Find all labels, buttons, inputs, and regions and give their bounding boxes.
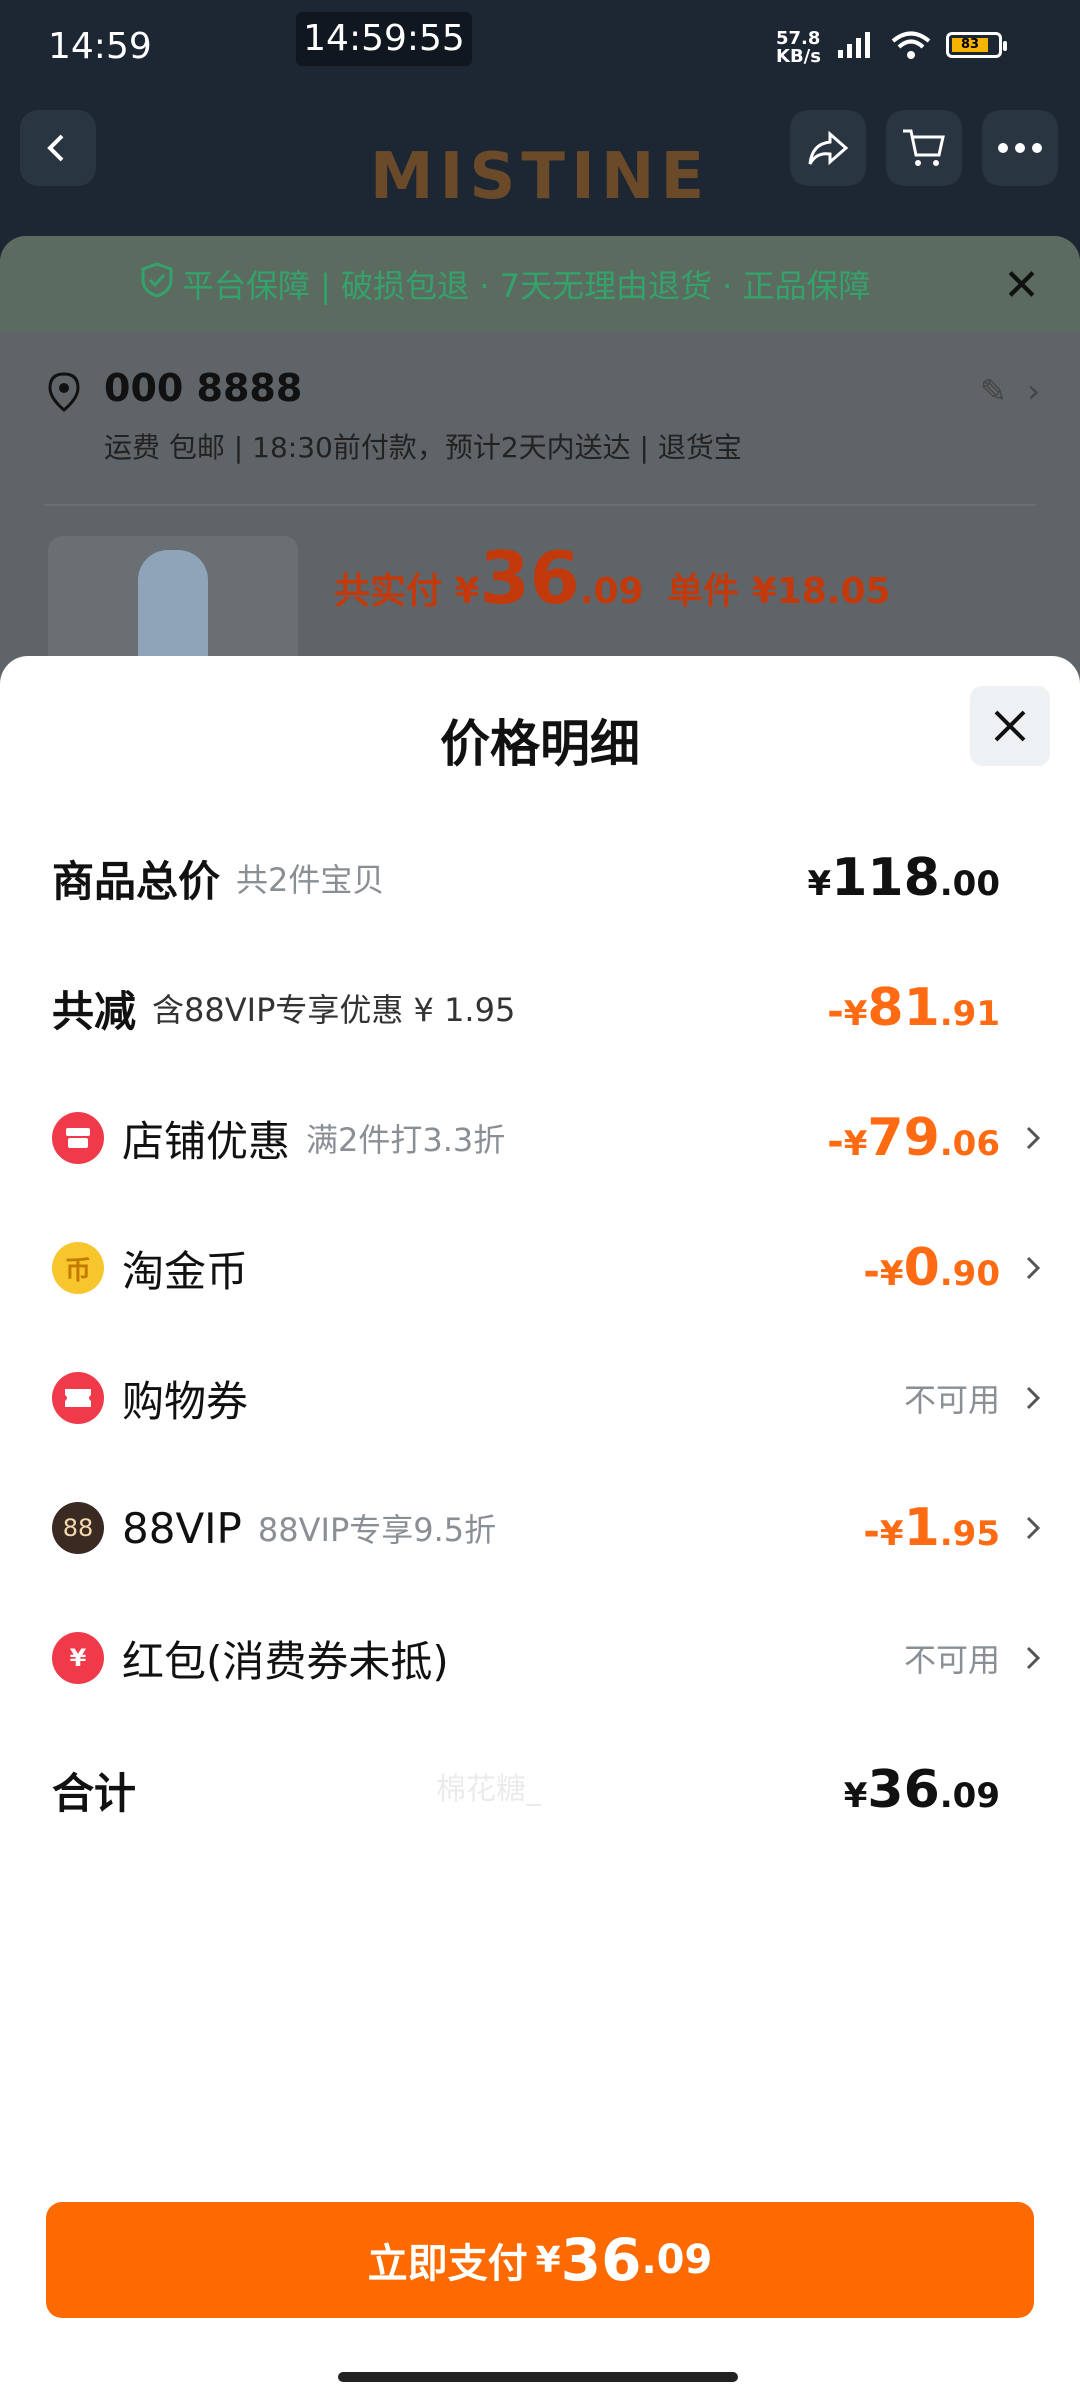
chevron-right-icon bbox=[1006, 1384, 1042, 1412]
row-total-discount: 共减 含88VIP专享优惠 ¥ 1.95 -¥81.91 bbox=[52, 968, 1042, 1048]
address-name: 000 8888 bbox=[104, 366, 303, 410]
pay-summary-label: 共实付 ¥ bbox=[334, 571, 480, 612]
coin-icon: 币 bbox=[52, 1242, 104, 1294]
delivery-info: 运费 包邮 | 18:30前付款，预计2天内送达 | 退货宝 bbox=[104, 431, 742, 464]
row-red-packet[interactable]: ¥ 红包(消费券未抵) 不可用 bbox=[52, 1618, 1042, 1698]
pay-now-button[interactable]: 立即支付 ¥ 36 .09 bbox=[46, 2202, 1034, 2318]
row-88vip[interactable]: 88 88VIP 88VIP专享9.5折 -¥1.95 bbox=[52, 1488, 1042, 1568]
chevron-right-icon bbox=[1006, 1124, 1042, 1152]
edit-address-icon[interactable]: ✎ › bbox=[980, 372, 1040, 410]
pay-button-currency: ¥ bbox=[535, 2239, 561, 2281]
guarantee-text: 平台保障 | 破损包退 · 7天无理由退货 · 正品保障 bbox=[182, 267, 871, 305]
row-label: 店铺优惠 bbox=[122, 1116, 291, 1166]
pay-summary: 共实付 ¥36.09 单件 ¥18.05 bbox=[334, 536, 891, 620]
row-label: 淘金币 bbox=[122, 1246, 249, 1296]
unit-price: 单件 ¥18.05 bbox=[667, 571, 891, 612]
row-shopping-voucher[interactable]: 购物券 不可用 bbox=[52, 1358, 1042, 1438]
row-sub: 共2件宝贝 bbox=[236, 861, 385, 899]
center-clock: 14:59:55 bbox=[296, 12, 472, 66]
network-speed: 57.8 KB/s bbox=[776, 30, 821, 66]
status-icons: 83 bbox=[836, 30, 1007, 60]
sheet-title: 价格明细 bbox=[440, 715, 640, 773]
row-price: ¥36.09 bbox=[843, 1760, 1000, 1820]
status-time: 14:59 bbox=[48, 26, 152, 67]
row-status: 不可用 bbox=[903, 1381, 1000, 1419]
row-sub: 含88VIP专享优惠 ¥ 1.95 bbox=[152, 991, 516, 1029]
address-row[interactable]: 000 8888 运费 包邮 | 18:30前付款，预计2天内送达 | 退货宝 bbox=[44, 366, 742, 464]
row-price: ¥118.00 bbox=[807, 848, 1000, 908]
guarantee-bar: 平台保障 | 破损包退 · 7天无理由退货 · 正品保障 ✕ bbox=[0, 236, 1080, 332]
home-indicator[interactable] bbox=[338, 2372, 738, 2382]
pay-button-int: 36 bbox=[560, 2226, 642, 2294]
red-packet-icon: ¥ bbox=[52, 1632, 104, 1684]
close-icon bbox=[994, 710, 1026, 742]
row-label: 商品总价 bbox=[52, 856, 221, 906]
close-icon[interactable]: ✕ bbox=[1003, 260, 1040, 311]
location-icon bbox=[44, 370, 84, 418]
shop-icon bbox=[52, 1112, 104, 1164]
watermark: 棉花糖_ bbox=[436, 1772, 541, 1807]
row-sub: 满2件打3.3折 bbox=[306, 1121, 506, 1159]
row-label: 88VIP bbox=[122, 1503, 242, 1553]
network-speed-unit: KB/s bbox=[776, 46, 821, 67]
order-sheet: 平台保障 | 破损包退 · 7天无理由退货 · 正品保障 ✕ 000 8888 … bbox=[0, 236, 1080, 716]
row-shop-discount[interactable]: 店铺优惠 满2件打3.3折 -¥79.06 bbox=[52, 1098, 1042, 1178]
row-sub: 88VIP专享9.5折 bbox=[257, 1511, 497, 1549]
row-price: -¥0.90 bbox=[863, 1238, 1000, 1298]
chevron-right-icon bbox=[1006, 1644, 1042, 1672]
vip-icon: 88 bbox=[52, 1502, 104, 1554]
row-grand-total: 合计 ¥36.09 bbox=[52, 1750, 1042, 1830]
pay-button-dec: .09 bbox=[641, 2237, 713, 2283]
row-price: -¥1.95 bbox=[863, 1498, 1000, 1558]
divider bbox=[44, 504, 1036, 506]
battery-icon: 83 bbox=[946, 32, 1007, 58]
row-total-goods: 商品总价 共2件宝贝 ¥118.00 bbox=[52, 838, 1042, 918]
ticket-icon bbox=[52, 1372, 104, 1424]
signal-icon bbox=[838, 32, 870, 58]
pay-button-label: 立即支付 bbox=[367, 2241, 528, 2287]
status-bar: 14:59 14:59:55 57.8 KB/s 83 bbox=[0, 0, 1080, 96]
chevron-right-icon bbox=[1006, 1254, 1042, 1282]
row-price: -¥81.91 bbox=[827, 978, 1000, 1038]
chevron-right-icon bbox=[1006, 1514, 1042, 1542]
row-label: 合计 bbox=[52, 1768, 137, 1818]
wifi-icon bbox=[891, 31, 931, 59]
shield-icon bbox=[140, 262, 174, 306]
row-label: 共减 bbox=[52, 986, 137, 1036]
row-taojinbi[interactable]: 币 淘金币 -¥0.90 bbox=[52, 1228, 1042, 1308]
pay-summary-int: 36 bbox=[479, 536, 580, 620]
price-detail-sheet: 价格明细 商品总价 共2件宝贝 ¥118.00 共减 含88VIP专享优惠 ¥ … bbox=[0, 656, 1080, 2400]
pay-summary-dec: .09 bbox=[579, 571, 644, 612]
row-price: -¥79.06 bbox=[827, 1108, 1000, 1168]
row-status: 不可用 bbox=[903, 1641, 1000, 1679]
row-label: 购物券 bbox=[122, 1376, 249, 1426]
close-button[interactable] bbox=[970, 686, 1050, 766]
battery-level: 83 bbox=[952, 38, 988, 52]
brand-banner: MISTINE bbox=[369, 140, 711, 214]
row-label: 红包(消费券未抵) bbox=[122, 1636, 449, 1686]
